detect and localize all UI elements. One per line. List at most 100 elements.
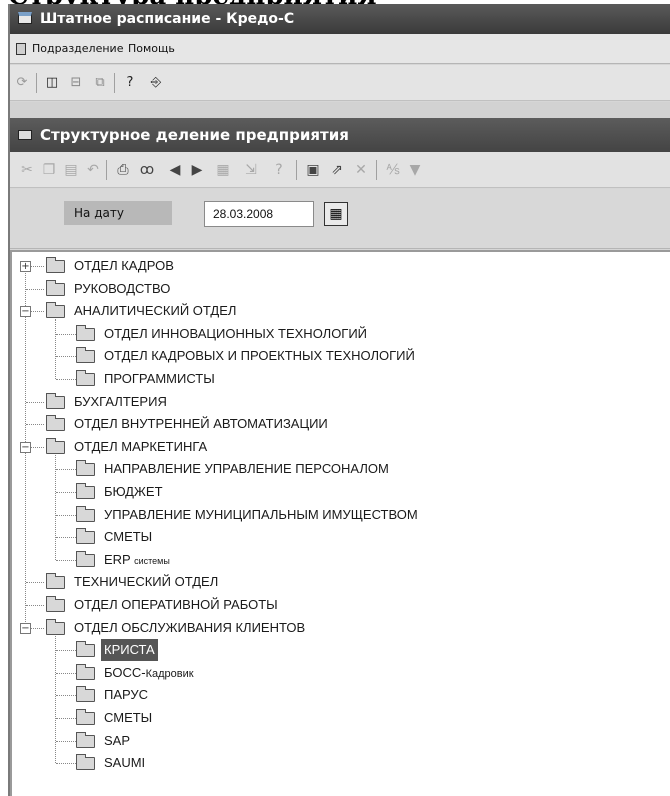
menu-item-subdivision[interactable]: Подразделение	[32, 34, 123, 64]
tree-node[interactable]: ОТДЕЛ КАДРОВ	[46, 255, 632, 277]
calendar-button[interactable]: ▦	[324, 202, 348, 226]
properties-icon[interactable]: ▦	[214, 162, 232, 178]
tree-guide-line	[56, 672, 76, 674]
folder-icon	[46, 573, 65, 590]
folder-icon	[46, 302, 65, 319]
tree-guide-line	[56, 559, 76, 561]
cut-icon[interactable]: ✂	[18, 162, 36, 178]
tree-node-label: БЮДЖЕТ	[104, 484, 163, 499]
toolbar-separator	[376, 160, 377, 180]
help-icon[interactable]: ?	[270, 162, 288, 178]
expand-icon[interactable]: +	[20, 261, 31, 272]
tree-guide-line	[56, 718, 76, 719]
refresh-icon[interactable]: ⟳	[14, 76, 30, 90]
tree-node[interactable]: БОСС-Кадровик	[76, 662, 632, 684]
filter-off-icon[interactable]: ⅍	[384, 162, 402, 178]
collapse-icon[interactable]: −	[20, 306, 31, 318]
move-icon[interactable]: ⇲	[242, 162, 260, 178]
tree-guide-line	[56, 492, 76, 493]
tree-node[interactable]: НАПРАВЛЕНИЕ УПРАВЛЕНИЕ ПЕРСОНАЛОМ	[76, 458, 632, 480]
print-icon[interactable]: ⎙	[114, 162, 132, 178]
tree-guide-line	[56, 333, 76, 335]
tree-node[interactable]: КРИСТА	[76, 639, 632, 662]
find-icon[interactable]: ꝏ	[138, 162, 156, 178]
window-title: Штатное расписание - Кредо-С	[40, 11, 295, 27]
filter-icon[interactable]: ▼	[406, 162, 424, 178]
tree-node[interactable]: ERP системы	[76, 549, 632, 571]
tree-guide-line	[26, 401, 44, 403]
exit-icon[interactable]: ⎆	[148, 76, 164, 90]
folder-icon	[76, 686, 95, 703]
tree-node[interactable]: ОТДЕЛ ОБСЛУЖИВАНИЯ КЛИЕНТОВ	[46, 617, 632, 639]
tree-guide-line	[56, 379, 76, 380]
tree-node-label: ПАРУС	[104, 687, 149, 703]
tree-guide-line	[56, 695, 76, 697]
tree-node[interactable]: ОТДЕЛ ВНУТРЕННЕЙ АВТОМАТИЗАЦИИ	[46, 413, 632, 435]
undo-icon[interactable]: ↶	[84, 162, 102, 178]
tree-node-label: ERP системы	[104, 551, 170, 567]
tree-node[interactable]: ПАРУС	[76, 684, 632, 706]
menu-item-help[interactable]: Помощь	[128, 34, 175, 64]
tree-node[interactable]: ОТДЕЛ ИННОВАЦИОННЫХ ТЕХНОЛОГИЙ	[76, 323, 632, 345]
help-icon[interactable]: ?	[122, 76, 138, 90]
tree-node[interactable]: РУКОВОДСТВО	[46, 278, 632, 300]
tree-node[interactable]: ПРОГРАММИСТЫ	[76, 368, 632, 390]
tree-node-label: ОТДЕЛ МАРКЕТИНГА	[74, 438, 208, 454]
tree-node[interactable]: СМЕТЫ	[76, 526, 632, 548]
calendar-icon: ▦	[329, 206, 343, 222]
folder-icon	[46, 437, 65, 454]
tree-node[interactable]: БУХГАЛТЕРИЯ	[46, 391, 632, 413]
copy-icon[interactable]: ❐	[40, 162, 58, 178]
tree-guide-line	[56, 650, 76, 652]
collapse-icon[interactable]: −	[20, 441, 31, 453]
tree-guide-line	[26, 288, 44, 290]
tree-node-label: ПРОГРАММИСТЫ	[104, 371, 215, 386]
tree-node[interactable]: АНАЛИТИЧЕСКИЙ ОТДЕЛ	[46, 300, 632, 322]
folder-icon	[76, 550, 95, 567]
toolbar-separator	[114, 73, 115, 93]
folder-icon	[76, 528, 95, 545]
folder-icon	[76, 370, 95, 386]
tree-guide-line	[55, 319, 56, 379]
folder-icon	[76, 754, 95, 771]
main-toolbar: ⟳ ◫ ⊟ ⧉ ? ⎆	[10, 65, 670, 101]
tree-node[interactable]: БЮДЖЕТ	[76, 481, 632, 503]
previous-icon[interactable]: ◀	[166, 162, 184, 178]
folder-icon	[46, 279, 65, 296]
toolbar-separator	[106, 160, 107, 180]
tree-node[interactable]: ОТДЕЛ КАДРОВЫХ И ПРОЕКТНЫХ ТЕХНОЛОГИЙ	[76, 345, 632, 367]
window-icon[interactable]: ◫	[44, 76, 60, 90]
tree-node[interactable]: SAP	[76, 730, 632, 752]
report-icon[interactable]: ▣	[304, 162, 322, 178]
folder-icon	[76, 663, 95, 680]
tree-node-label: SAUMI	[104, 755, 146, 771]
window-titlebar: Штатное расписание - Кредо-С	[10, 4, 670, 34]
folder-icon	[46, 618, 65, 635]
delete-icon[interactable]: ✕	[352, 162, 370, 178]
tree-toolbar: ✂ ❐ ▤ ↶ ⎙ ꝏ ◀ ▶ ▦ ⇲ ? ▣ ⇗ ✕ ⅍ ▼	[10, 152, 670, 188]
paste-icon[interactable]: ▤	[62, 162, 80, 178]
tree-node[interactable]: SAUMI	[76, 752, 632, 774]
child-window-title: Структурное деление предприятия	[40, 126, 349, 144]
tree-node-label: КРИСТА	[101, 639, 158, 662]
tree-node[interactable]: ОТДЕЛ МАРКЕТИНГА	[46, 436, 632, 458]
menu-bar: Подразделение Помощь	[10, 34, 670, 64]
tree-node-label: НАПРАВЛЕНИЕ УПРАВЛЕНИЕ ПЕРСОНАЛОМ	[104, 461, 389, 477]
document-icon	[16, 43, 26, 55]
date-input[interactable]: 28.03.2008	[204, 201, 314, 227]
folder-icon	[46, 596, 65, 612]
tree-guide-line	[26, 605, 44, 606]
mdi-background	[10, 102, 670, 118]
tree-node[interactable]: ОТДЕЛ ОПЕРАТИВНОЙ РАБОТЫ	[46, 594, 632, 616]
tree-node[interactable]: СМЕТЫ	[76, 707, 632, 729]
cascade-icon[interactable]: ⧉	[92, 76, 108, 90]
export-icon[interactable]: ⇗	[328, 162, 346, 178]
tree-node[interactable]: ТЕХНИЧЕСКИЙ ОТДЕЛ	[46, 571, 632, 593]
next-icon[interactable]: ▶	[188, 162, 206, 178]
date-filter-panel: На дату 28.03.2008 ▦	[10, 189, 670, 249]
tree-guide-line	[26, 424, 44, 426]
collapse-icon[interactable]: −	[20, 622, 31, 634]
tree-node[interactable]: УПРАВЛЕНИЕ МУНИЦИПАЛЬНЫМ ИМУЩЕСТВОМ	[76, 504, 632, 526]
tile-horizontal-icon[interactable]: ⊟	[68, 76, 84, 90]
toolbar-separator	[36, 73, 37, 93]
